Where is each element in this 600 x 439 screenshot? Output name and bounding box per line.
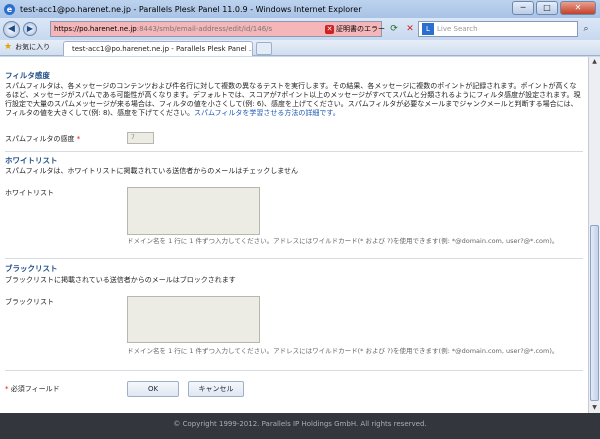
blacklist-textarea[interactable] [127,296,260,343]
scroll-thumb[interactable] [590,225,599,401]
address-path: :8443/smb/email-address/edit/id/146/s [136,25,273,33]
certificate-error-icon: ✕ [325,24,334,34]
browser-tab-label: test-acc1@po.harenet.ne.jp - Parallels P… [72,45,253,53]
divider [5,258,583,259]
maximize-button[interactable]: □ [536,1,558,15]
close-button[interactable]: ✕ [560,1,596,15]
ie-icon: e [4,3,15,15]
page-content: フィルタ感度 スパムフィルタは、各メッセージのコンテンツおよび件名行に対して複数… [0,57,588,413]
sensitivity-label: スパムフィルタの感度 * [5,134,80,144]
blacklist-hint: ドメイン名を 1 行に 1 件ずつ入力してください。アドレスにはワイルドカード(… [127,347,559,355]
sensitivity-label-text: スパムフィルタの感度 [5,135,75,143]
whitelist-heading: ホワイトリスト [5,156,58,165]
whitelist-textarea[interactable] [127,187,260,235]
cancel-button[interactable]: キャンセル [188,381,244,397]
refresh-icon[interactable]: ⟳ [387,22,401,36]
favorites-button[interactable]: ★ お気に入り [4,42,50,52]
blacklist-heading: ブラックリスト [5,264,58,273]
blacklist-description: ブラックリストに掲載されている送信者からのメールはブロックされます [5,276,236,284]
footer: © Copyright 1999-2012. Parallels IP Hold… [0,413,600,439]
favorites-label: お気に入り [15,43,51,51]
whitelist-description: スパムフィルタは、ホワイトリストに掲載されている送信者からのメールはチェックしま… [5,167,299,175]
star-icon: ★ [4,42,13,52]
search-placeholder: Live Search [437,25,478,33]
required-marker: * [76,135,81,143]
scroll-down-icon[interactable]: ▼ [589,403,600,413]
search-icon[interactable]: ⌕ [580,23,592,35]
filter-sensitivity-heading: フィルタ感度 [5,71,50,80]
back-button[interactable]: ◀ [3,20,20,38]
title-bar: e test-acc1@po.harenet.ne.jp - Parallels… [0,0,600,18]
browser-tab[interactable]: test-acc1@po.harenet.ne.jp - Parallels P… [63,41,253,56]
scroll-up-icon[interactable]: ▲ [589,57,600,67]
required-field-note-text: 必須フィールド [10,385,60,393]
ok-button[interactable]: OK [127,381,179,397]
minimize-button[interactable]: ─ [512,1,534,15]
learn-spam-filter-link[interactable]: スパムフィルタを学習させる方法の詳細です。 [194,109,340,117]
blacklist-label: ブラックリスト [5,298,54,306]
whitelist-hint: ドメイン名を 1 行に 1 件ずつ入力してください。アドレスにはワイルドカード(… [127,237,559,245]
new-tab-button[interactable] [256,42,272,55]
filter-sensitivity-description: スパムフィルタは、各メッセージのコンテンツおよび件名行に対して複数の異なるテスト… [5,82,583,118]
address-toolbar: ◀ ▶ https://po.harenet.ne.jp:8443/smb/em… [0,18,600,40]
stop-icon[interactable]: ✕ [403,22,417,36]
window-title: test-acc1@po.harenet.ne.jp - Parallels P… [20,4,362,14]
divider [5,370,583,371]
vertical-scrollbar[interactable]: ▲ ▼ [588,57,600,413]
favorites-tab-bar: ★ お気に入り test-acc1@po.harenet.ne.jp - Par… [0,40,600,56]
window-controls: ─ □ ✕ [512,1,596,15]
required-marker: * [5,385,9,393]
certificate-error-label: 証明書のエラー [336,25,385,33]
required-field-note: * 必須フィールド [5,384,60,394]
whitelist-label: ホワイトリスト [5,189,54,197]
live-search-logo-icon: L [422,23,434,35]
sensitivity-input[interactable]: 7 [127,132,154,144]
forward-button[interactable]: ▶ [23,22,37,36]
divider [5,151,583,152]
search-input[interactable]: L Live Search [418,21,578,37]
address-host: https://po.harenet.ne.jp [54,25,137,33]
certificate-error[interactable]: ✕ 証明書のエラー [325,22,385,36]
